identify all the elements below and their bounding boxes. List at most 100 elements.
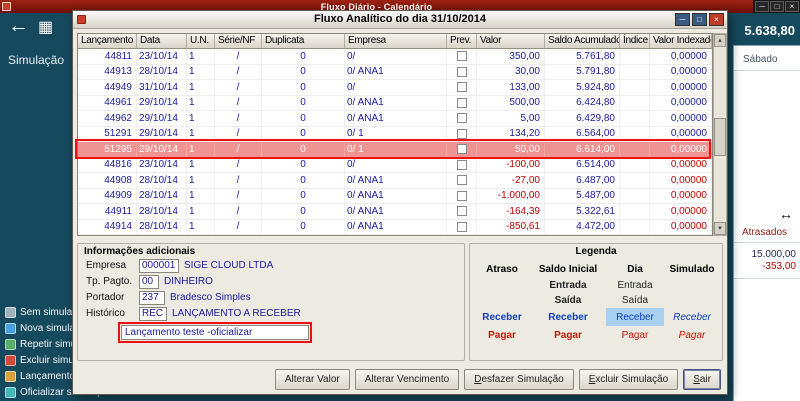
cell-data: 28/10/14 <box>137 219 187 234</box>
prev-cell <box>447 95 477 110</box>
cell-indice <box>620 49 650 64</box>
cell-saldo: 6.429,80 <box>545 111 620 126</box>
legend-cell: Pagar <box>621 329 649 341</box>
button-sair[interactable]: Sair <box>683 369 721 390</box>
column-header-8[interactable]: Saldo Acumulado <box>545 34 620 49</box>
prev-cell <box>447 111 477 126</box>
divider <box>734 70 800 71</box>
button-alterar-valor[interactable]: Alterar Valor <box>274 369 350 390</box>
cell-empresa: 0/ ANA1 <box>345 204 447 219</box>
cell-duplicata: 0 <box>262 80 345 95</box>
column-header-9[interactable]: Índice <box>620 34 650 49</box>
tp-pagto-code-input[interactable]: 00 <box>139 274 159 289</box>
portador-code-input[interactable]: 237 <box>139 290 165 305</box>
table-row[interactable]: 44914 28/10/14 1/0 0/ ANA1 -850,61 4.472,00 0,… <box>78 219 712 235</box>
no-simulation-icon <box>5 306 16 318</box>
scroll-up-button[interactable]: ▲ <box>714 34 726 47</box>
cell-empresa: 0/ ANA1 <box>345 111 447 126</box>
prev-checkbox[interactable] <box>456 159 467 170</box>
button-desfazer-simula-o[interactable]: Desfazer Simulação <box>464 369 574 390</box>
button-excluir-simula-o[interactable]: Excluir Simulação <box>578 369 679 390</box>
cell-data: 31/10/14 <box>137 80 187 95</box>
table-row[interactable]: 44961 29/10/14 1/0 0/ ANA1 500,00 6.424,80 0,0… <box>78 95 712 111</box>
column-header-4[interactable]: Duplicata <box>262 34 345 49</box>
prev-checkbox[interactable] <box>456 144 467 155</box>
scroll-down-button[interactable]: ▼ <box>714 222 726 235</box>
empresa-code-input[interactable]: 000001 <box>139 258 179 273</box>
column-header-6[interactable]: Prev. <box>447 34 477 49</box>
cell-saldo: 5.487,00 <box>545 188 620 203</box>
table-row[interactable]: 44909 28/10/14 1/0 0/ ANA1 -1.000,00 5.487,00… <box>78 188 712 204</box>
prev-checkbox[interactable] <box>456 82 467 93</box>
historico-code-input[interactable]: REC <box>139 306 167 321</box>
screen: Fluxo Diário - Calendário ─ □ × ← ▦ Simu… <box>0 0 800 401</box>
column-header-7[interactable]: Valor <box>477 34 545 49</box>
button-alterar-vencimento[interactable]: Alterar Vencimento <box>354 369 460 390</box>
column-header-3[interactable]: Série/NF <box>215 34 262 49</box>
cell-valor: 500,00 <box>477 95 545 110</box>
cell-un: 1 <box>187 126 215 141</box>
close-button[interactable]: × <box>785 1 799 12</box>
cell-indexado: 0,00000 <box>650 204 712 219</box>
prev-checkbox[interactable] <box>456 190 467 201</box>
prev-checkbox[interactable] <box>456 175 467 186</box>
maximize-button[interactable]: □ <box>770 1 784 12</box>
prev-cell <box>447 142 477 157</box>
table-row[interactable]: 44913 28/10/14 1/0 0/ ANA1 30,00 5.791,80 0,00… <box>78 64 712 80</box>
back-icon[interactable]: ← <box>8 14 29 38</box>
cell-indexado: 0,00000 <box>650 49 712 64</box>
dialog-window-controls: ─ □ × <box>675 13 724 26</box>
system-window-controls: ─ □ × <box>753 0 800 13</box>
cell-data: 28/10/14 <box>137 64 187 79</box>
cell-duplicata: 0 <box>262 49 345 64</box>
prev-checkbox[interactable] <box>456 206 467 217</box>
cell-un: 1 <box>187 111 215 126</box>
table-scrollbar[interactable]: ▲ ▼ <box>713 33 727 236</box>
column-header-10[interactable]: Valor Indexado <box>650 34 712 49</box>
cell-lancamento: 51291 <box>78 126 137 141</box>
dialog-close-button[interactable]: × <box>709 13 724 26</box>
minimize-button[interactable]: ─ <box>755 1 769 12</box>
prev-checkbox[interactable] <box>456 97 467 108</box>
table-row[interactable]: 51291 29/10/14 1/0 0/ 1 134,20 6.564,00 0,0000… <box>78 126 712 142</box>
prev-checkbox[interactable] <box>456 113 467 124</box>
prev-checkbox[interactable] <box>456 66 467 77</box>
prev-checkbox[interactable] <box>456 128 467 139</box>
info-box-title: Informações adicionais <box>84 246 196 257</box>
table-row[interactable]: 44949 31/10/14 1/0 0/133,00 5.924,80 0,00000 <box>78 80 712 96</box>
cell-serie: / <box>215 80 262 95</box>
table-row[interactable]: 44816 23/10/14 1/0 0/ -100,00 6.514,00 0,00000 <box>78 157 712 173</box>
column-header-5[interactable]: Empresa <box>345 34 447 49</box>
table-row[interactable]: 44908 28/10/14 1/0 0/ ANA1 -27,00 6.487,00 0,0… <box>78 173 712 189</box>
note-input[interactable]: Lançamento teste -oficializar <box>121 325 309 340</box>
cell-un: 1 <box>187 64 215 79</box>
button-row: Alterar Valor Alterar Vencimento Desfazer … <box>77 369 721 391</box>
table-row[interactable]: 44911 28/10/14 1/0 0/ ANA1 -164,39 5.322,61 0,… <box>78 204 712 220</box>
cell-duplicata: 0 <box>262 95 345 110</box>
cell-un: 1 <box>187 204 215 219</box>
legend-cell: Entrada <box>617 280 653 291</box>
column-header-2[interactable]: U.N. <box>187 34 215 49</box>
tp-pagto-desc: DINHEIRO <box>164 276 213 287</box>
scroll-thumb[interactable] <box>714 118 726 156</box>
cell-indice <box>620 173 650 188</box>
cell-serie: / <box>215 142 262 157</box>
prev-cell <box>447 173 477 188</box>
weekday-label: Sábado <box>743 54 778 65</box>
cell-indice <box>620 95 650 110</box>
table-row[interactable]: 44962 29/10/14 1/0 0/ ANA1 5,00 6.429,80 0,000… <box>78 111 712 127</box>
calculator-icon[interactable]: ▦ <box>38 17 53 37</box>
prev-checkbox[interactable] <box>456 221 467 232</box>
cell-valor: -100,00 <box>477 157 545 172</box>
prev-checkbox[interactable] <box>456 51 467 62</box>
dialog-maximize-button[interactable]: □ <box>692 13 707 26</box>
cell-un: 1 <box>187 80 215 95</box>
dialog-titlebar[interactable]: Fluxo Analítico do dia 31/10/2014 ─ □ × <box>73 11 727 29</box>
cell-empresa: 0/ ANA1 <box>345 95 447 110</box>
dialog-minimize-button[interactable]: ─ <box>675 13 690 26</box>
cell-serie: / <box>215 173 262 188</box>
table-row[interactable]: 44811 23/10/14 1/0 0/350,00 5.761,80 0,00000 <box>78 49 712 65</box>
table-row[interactable]: 51295 29/10/14 1/0 0/ 1 50,00 6.614,00 0,00000 <box>78 142 712 158</box>
column-header-0[interactable]: Lançamento <box>78 34 137 49</box>
column-header-1[interactable]: Data <box>137 34 187 49</box>
